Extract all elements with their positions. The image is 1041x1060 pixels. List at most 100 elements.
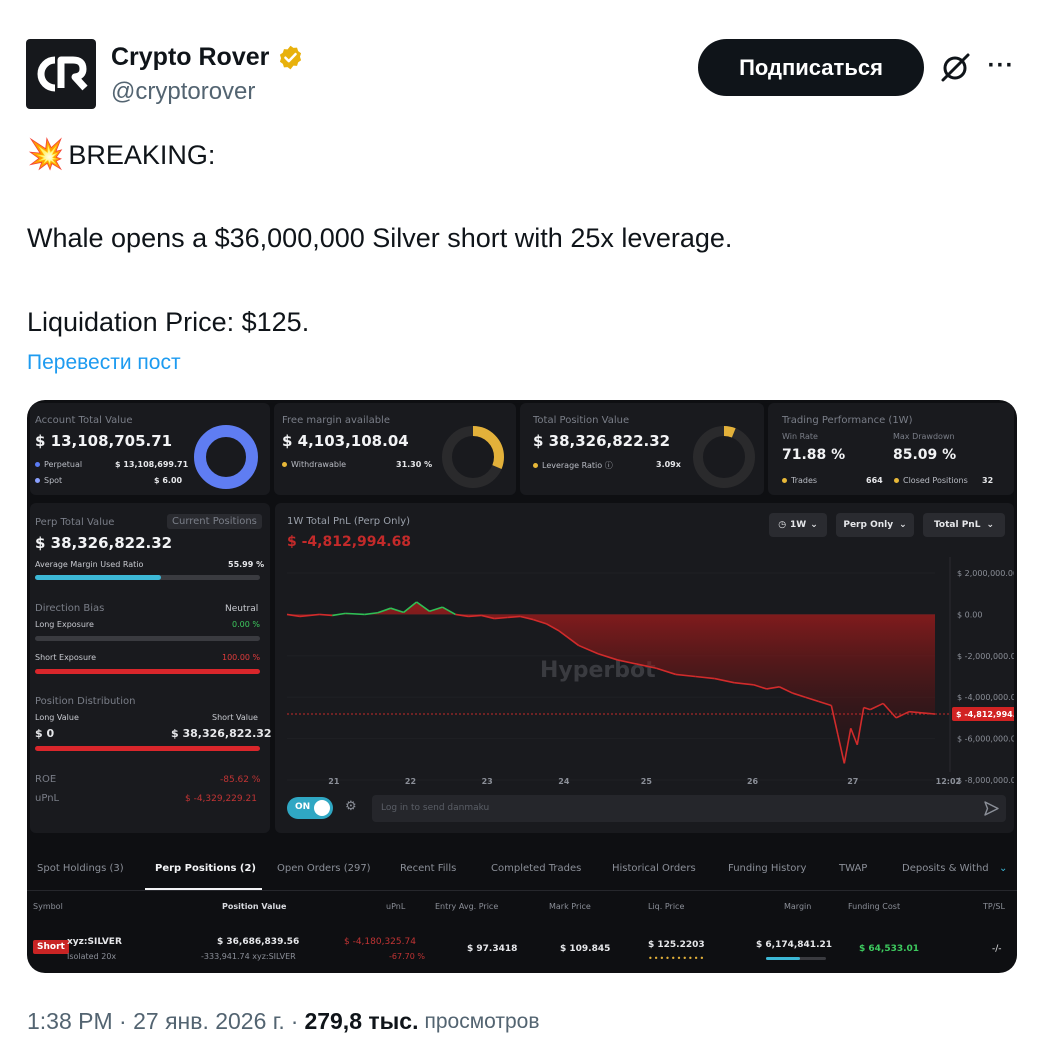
closed-positions-label: Closed Positions (903, 476, 968, 485)
long-exposure-value: 0.00 % (232, 620, 260, 629)
row-symbol: xyz:SILVER (67, 937, 122, 947)
x-tick-label: 22 (405, 777, 416, 786)
chevron-down-icon[interactable]: ⌄ (999, 863, 1007, 874)
post-line-breaking: 💥 BREAKING: (27, 138, 215, 172)
tab-twap[interactable]: TWAP (839, 863, 867, 874)
account-value: $ 13,108,705.71 (35, 432, 173, 450)
direction-bias-label: Direction Bias (35, 603, 105, 614)
perpetual-label: Perpetual (44, 460, 83, 469)
breaking-text: BREAKING: (68, 140, 216, 170)
settings-icon[interactable]: ⚙ (345, 799, 357, 814)
roe-value: -85.62 % (220, 775, 261, 785)
side-badge: Short (33, 940, 69, 954)
metric-dropdown[interactable]: Total PnL ⌄ (923, 513, 1005, 537)
win-rate-label: Win Rate (782, 432, 818, 441)
closed-positions-value: 32 (982, 476, 994, 485)
upnl-label: uPnL (35, 793, 60, 804)
col-symbol[interactable]: Symbol (33, 902, 63, 911)
margin-ratio-label: Average Margin Used Ratio (35, 560, 144, 569)
col-funding-cost[interactable]: Funding Cost (848, 902, 900, 911)
views-label: просмотров (424, 1010, 540, 1033)
danmaku-input[interactable]: Log in to send danmaku (372, 795, 1006, 822)
chevron-down-icon: ⌄ (810, 520, 818, 530)
col-upnl[interactable]: uPnL (386, 902, 405, 911)
tab-perp-positions[interactable]: Perp Positions (2) (155, 863, 256, 874)
col-tpsl[interactable]: TP/SL (983, 902, 1005, 911)
tab-funding-history[interactable]: Funding History (728, 863, 806, 874)
leverage-donut-chart (693, 426, 755, 488)
direction-bias-value: Neutral (225, 604, 259, 614)
clock-icon: ◷ (778, 520, 787, 530)
trades-value: 664 (866, 476, 883, 485)
row-funding-cost: $ 64,533.01 (859, 944, 920, 954)
range-label: 1W (790, 520, 807, 530)
range-dropdown[interactable]: ◷ 1W ⌄ (769, 513, 827, 537)
col-margin[interactable]: Margin (784, 902, 811, 911)
positions-tabs: Spot Holdings (3) Perp Positions (2) Ope… (27, 848, 1017, 890)
view-count: 279,8 тыс. (304, 1008, 419, 1034)
pnl-line-segment (345, 612, 365, 616)
chevron-down-icon: ⌄ (899, 520, 907, 530)
y-tick-label: $ -6,000,000.00 (957, 735, 1014, 744)
short-value: $ 38,326,822.32 (171, 727, 272, 740)
col-position-value[interactable]: Position Value (222, 902, 286, 911)
roe-label: ROE (35, 774, 57, 785)
author-handle[interactable]: @cryptorover (111, 78, 255, 106)
withdrawable-label: Withdrawable (291, 460, 347, 469)
pnl-chart-panel: 1W Total PnL (Perp Only) $ -4,812,994.68… (275, 503, 1014, 833)
tab-deposits[interactable]: Deposits & Withd (902, 863, 989, 874)
long-value: $ 0 (35, 727, 55, 740)
pnl-line-segment (494, 616, 508, 620)
performance-label: Trading Performance (1W) (782, 415, 913, 426)
danmaku-toggle[interactable]: ON (287, 797, 333, 819)
tab-spot-holdings[interactable]: Spot Holdings (3) (37, 863, 124, 874)
short-exposure-label: Short Exposure (35, 653, 97, 662)
verified-badge-icon (280, 45, 302, 70)
position-distribution-label: Position Distribution (35, 696, 136, 707)
author-name[interactable]: Crypto Rover (111, 43, 269, 72)
upnl-value: $ -4,329,229.21 (185, 794, 257, 804)
trades-label: Trades (791, 476, 818, 485)
free-margin-value: $ 4,103,108.04 (282, 432, 409, 450)
post-meta: 1:38 PM · 27 янв. 2026 г. · 279,8 тыс. п… (27, 1008, 540, 1035)
tab-completed-trades[interactable]: Completed Trades (491, 863, 581, 874)
pnl-line-segment (507, 615, 521, 619)
pnl-line-segment (319, 613, 333, 617)
long-exposure-bar (35, 636, 260, 641)
margin-usage-fill (766, 957, 800, 960)
row-upnl: $ -4,180,325.74 (344, 937, 416, 947)
send-icon[interactable] (983, 800, 1000, 817)
perpetual-value: $ 13,108,699.71 (115, 460, 189, 469)
tabs-divider (27, 890, 1017, 891)
row-upnl-pct: -67.70 % (389, 952, 425, 961)
more-options-icon[interactable]: ··· (985, 50, 1017, 82)
chart-title: 1W Total PnL (Perp Only) (287, 516, 411, 527)
col-liq-price[interactable]: Liq. Price (648, 902, 684, 911)
current-positions-button[interactable]: Current Positions (167, 514, 262, 529)
short-value-label: Short Value (212, 713, 258, 722)
row-tpsl[interactable]: -/- (992, 944, 1002, 954)
dashboard-image[interactable]: Account Total Value $ 13,108,705.71 Perp… (27, 400, 1017, 973)
x-tick-label: 12:02 (936, 777, 961, 786)
subscribe-button[interactable]: Подписаться (698, 39, 924, 96)
margin-ratio-value: 55.99 % (228, 560, 265, 569)
post-timestamp[interactable]: 1:38 PM · 27 янв. 2026 г. (27, 1008, 285, 1035)
free-margin-card: Free margin available $ 4,103,108.04 Wit… (274, 403, 516, 495)
perp-total-label: Perp Total Value (35, 517, 115, 528)
col-mark-price[interactable]: Mark Price (549, 902, 591, 911)
scope-label: Perp Only (843, 520, 894, 530)
col-entry-price[interactable]: Entry Avg. Price (435, 902, 498, 911)
translate-post-link[interactable]: Перевести пост (27, 351, 181, 375)
scope-dropdown[interactable]: Perp Only ⌄ (836, 513, 914, 537)
avatar[interactable] (26, 39, 96, 109)
pnl-area-chart[interactable]: Hyperbot $ 2,000,000.00$ 0.00$ -2,000,00… (275, 547, 1014, 797)
long-value-label: Long Value (35, 713, 79, 722)
free-margin-label: Free margin available (282, 415, 390, 426)
grok-icon[interactable] (938, 51, 972, 85)
x-tick-label: 21 (328, 777, 340, 786)
tab-historical-orders[interactable]: Historical Orders (612, 863, 696, 874)
drawdown-label: Max Drawdown (893, 432, 955, 441)
tab-open-orders[interactable]: Open Orders (297) (277, 863, 371, 874)
tab-recent-fills[interactable]: Recent Fills (400, 863, 456, 874)
row-entry-price: $ 97.3418 (467, 944, 518, 954)
